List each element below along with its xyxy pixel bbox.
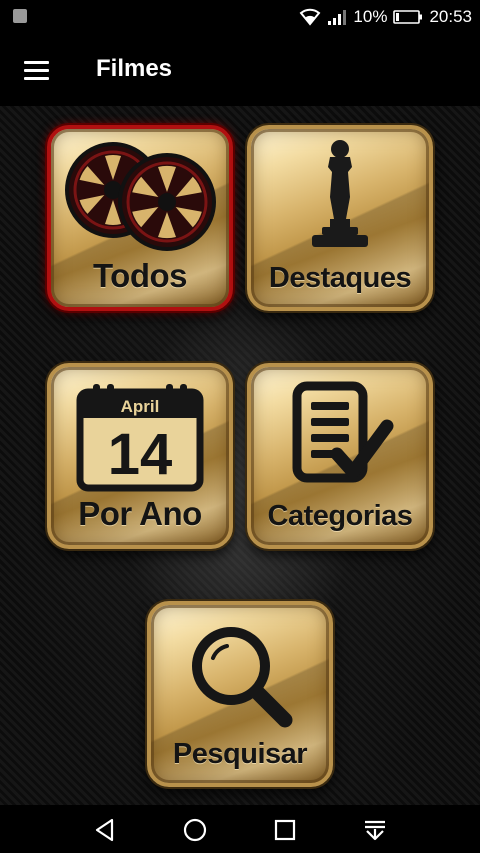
calendar-month: April <box>121 397 160 416</box>
oscar-statue-icon <box>251 137 429 257</box>
battery-icon <box>393 10 423 24</box>
status-icons: 10% 20:53 <box>299 6 472 28</box>
battery-percent: 10% <box>353 7 388 26</box>
tile-label: Pesquisar <box>172 738 308 770</box>
clock: 20:53 <box>429 7 472 26</box>
tile-label: Destaques <box>268 262 412 294</box>
checklist-icon <box>251 375 429 495</box>
notification-pull-icon[interactable] <box>360 815 390 845</box>
tile-categorias[interactable]: Categorias <box>247 363 433 549</box>
tile-label: Categorias <box>267 500 413 532</box>
wifi-icon <box>300 8 321 26</box>
hamburger-menu-icon[interactable] <box>18 53 56 87</box>
recents-icon[interactable] <box>270 815 300 845</box>
menu-line <box>24 60 49 64</box>
calendar-icon: April 14 <box>51 375 229 495</box>
calendar-day: 14 <box>108 422 173 487</box>
film-reels-icon <box>51 137 229 257</box>
menu-line <box>24 76 49 80</box>
tile-pesquisar[interactable]: Pesquisar <box>147 601 333 787</box>
tile-por-ano[interactable]: April 14 Por Ano <box>47 363 233 549</box>
status-bar: 10% 20:53 <box>0 0 480 33</box>
navigation-bar <box>0 805 480 853</box>
magnifier-icon <box>151 613 329 733</box>
page-title: Filmes <box>96 55 173 82</box>
tile-destaques[interactable]: Destaques <box>247 125 433 311</box>
signal-icon <box>328 10 347 25</box>
back-icon[interactable] <box>90 815 120 845</box>
home-icon[interactable] <box>180 815 210 845</box>
tile-label: Por Ano <box>78 495 202 532</box>
tile-todos[interactable]: Todos <box>47 125 233 311</box>
app-bar: Filmes <box>0 33 480 106</box>
tile-label: Todos <box>92 257 188 294</box>
menu-line <box>24 68 49 72</box>
image-notification-icon <box>13 9 27 23</box>
tile-grid: Todos Destaques April 14 Por Ano Categor… <box>0 106 480 805</box>
